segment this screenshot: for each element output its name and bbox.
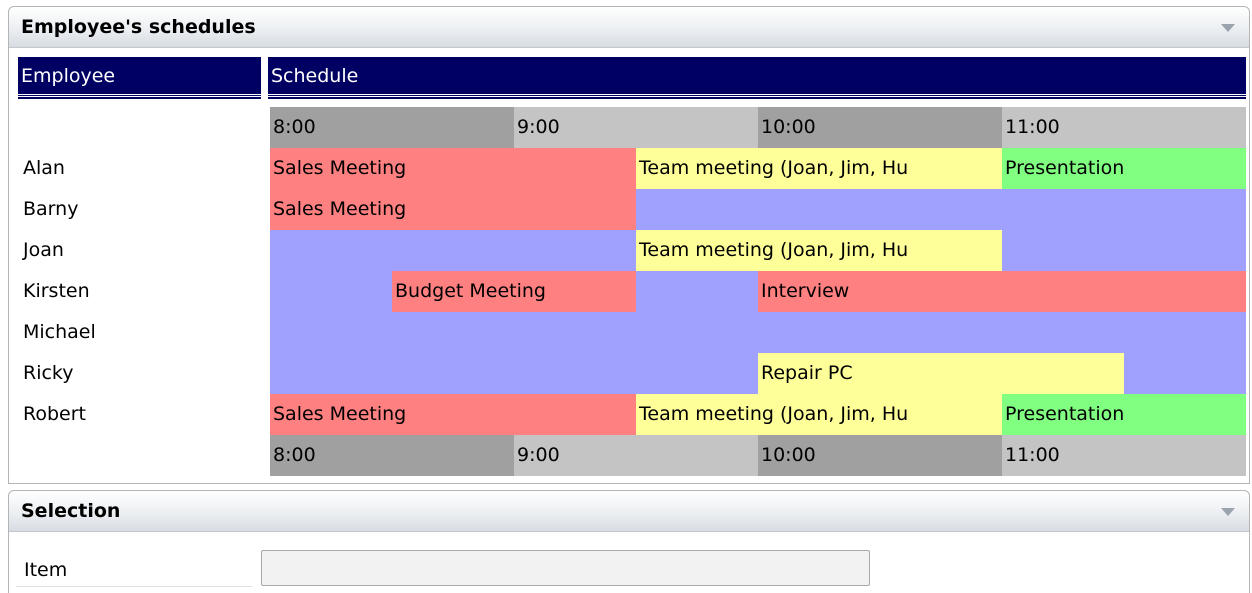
employee-name: Kirsten: [23, 280, 90, 302]
event-bar[interactable]: Team meeting (Joan, Jim, Hu: [636, 230, 1002, 271]
event-bar[interactable]: Sales Meeting: [270, 148, 636, 189]
panel-title: Selection: [21, 500, 121, 522]
collapse-icon[interactable]: [1221, 24, 1235, 32]
schedule-row-robert: Sales Meeting Team meeting (Joan, Jim, H…: [270, 394, 1246, 435]
event-bar[interactable]: Team meeting (Joan, Jim, Hu: [636, 394, 1002, 435]
event-bar[interactable]: Repair PC: [758, 353, 1124, 394]
item-label: Item: [24, 559, 68, 581]
time-scale-bottom: 8:00 9:00 10:00 11:00: [270, 435, 1246, 476]
time-label: 9:00: [514, 435, 758, 476]
schedule-row-michael: [270, 312, 1246, 353]
event-bar[interactable]: Interview: [758, 271, 1246, 312]
selection-panel-header[interactable]: Selection: [9, 491, 1249, 532]
schedule-panel: Employee's schedules Employee Schedule 8…: [8, 6, 1250, 484]
schedule-column-header: Schedule: [268, 57, 1246, 99]
schedule-row-joan: Team meeting (Joan, Jim, Hu: [270, 230, 1246, 271]
schedule-row-ricky: Repair PC: [270, 353, 1246, 394]
schedule-panel-header[interactable]: Employee's schedules: [9, 7, 1249, 48]
event-bar[interactable]: Budget Meeting: [392, 271, 636, 312]
event-bar[interactable]: Sales Meeting: [270, 394, 636, 435]
time-scale-top: 8:00 9:00 10:00 11:00: [270, 107, 1246, 148]
time-label: 11:00: [1002, 435, 1246, 476]
employee-column-header: Employee: [18, 57, 261, 99]
event-bar[interactable]: Presentation: [1002, 148, 1246, 189]
employee-name: Robert: [23, 403, 86, 425]
event-bar[interactable]: Team meeting (Joan, Jim, Hu: [636, 148, 1002, 189]
item-field[interactable]: [261, 550, 870, 586]
label-underline: [16, 586, 252, 587]
panel-title: Employee's schedules: [21, 16, 256, 38]
time-label: 10:00: [758, 107, 1002, 148]
event-bar[interactable]: Presentation: [1002, 394, 1246, 435]
collapse-icon[interactable]: [1221, 508, 1235, 516]
employee-name: Michael: [23, 321, 96, 343]
employee-name: Joan: [23, 239, 64, 261]
time-label: 8:00: [270, 107, 514, 148]
schedule-row-barny: Sales Meeting: [270, 189, 1246, 230]
employee-name: Barny: [23, 198, 79, 220]
time-label: 8:00: [270, 435, 514, 476]
schedule-row-alan: Sales Meeting Team meeting (Joan, Jim, H…: [270, 148, 1246, 189]
employee-name: Ricky: [23, 362, 74, 384]
time-label: 10:00: [758, 435, 1002, 476]
schedule-row-kirsten: Budget Meeting Interview: [270, 271, 1246, 312]
employee-name: Alan: [23, 157, 65, 179]
event-bar[interactable]: Sales Meeting: [270, 189, 636, 230]
time-label: 9:00: [514, 107, 758, 148]
time-label: 11:00: [1002, 107, 1246, 148]
